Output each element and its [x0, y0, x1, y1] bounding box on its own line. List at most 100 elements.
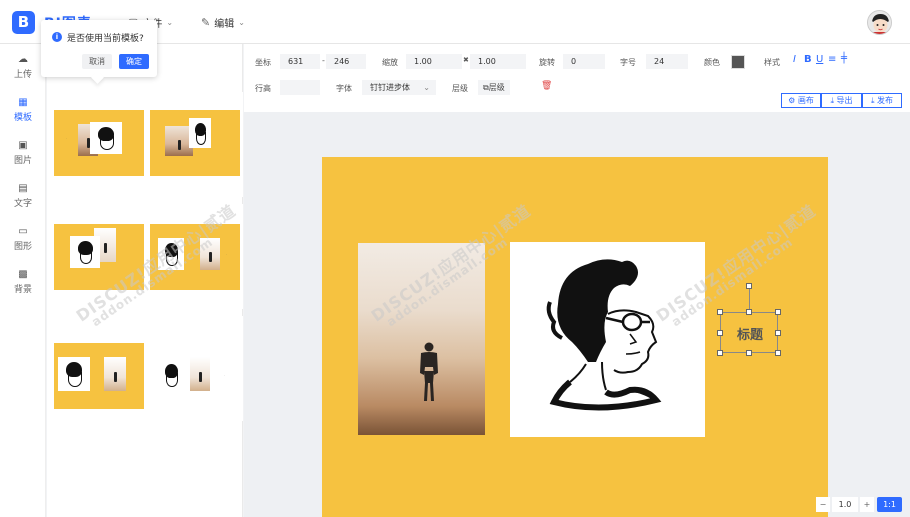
publish-button[interactable]: ⤓ 发布: [862, 93, 902, 108]
resize-handle-br[interactable]: [775, 350, 781, 356]
artboard[interactable]: 标题: [322, 157, 828, 517]
sidebar-item-images[interactable]: ▣ 图片: [0, 140, 46, 166]
coord-label: 坐标: [255, 58, 271, 67]
background-image-icon: ▩: [18, 269, 28, 280]
sidebar-item-text[interactable]: ▤ 文字: [0, 183, 46, 209]
template-card[interactable]: [54, 316, 147, 421]
canvas-button[interactable]: ⚙ 画布: [781, 93, 821, 108]
thumb-face: [189, 118, 211, 148]
sidebar-item-background[interactable]: ▩ 背景: [0, 269, 46, 295]
sidebar-item-label: 文字: [13, 199, 32, 209]
thumb-face: [90, 122, 122, 154]
layer-button[interactable]: ⧉层级: [478, 80, 510, 95]
text-doc-icon: ▤: [18, 183, 28, 194]
thumb-title: ·: [224, 373, 225, 377]
template-confirm-popup: i 是否使用当前模板? 取消 确定: [41, 20, 157, 77]
thumb-face: [70, 236, 100, 268]
info-icon: i: [52, 32, 62, 42]
template-card[interactable]: [54, 204, 147, 309]
fontsize-input[interactable]: 24: [646, 54, 688, 69]
popup-message: 是否使用当前模板?: [67, 34, 144, 44]
font-select[interactable]: 钉钉进步体 ⌄: [362, 80, 436, 95]
resize-handle-tl[interactable]: [717, 309, 723, 315]
title-text-element[interactable]: 标题: [717, 283, 781, 356]
thumb-face: [158, 238, 184, 270]
template-thumbnail: ·: [150, 224, 240, 290]
font-label: 字体: [336, 84, 352, 93]
template-card[interactable]: [150, 92, 243, 197]
resize-handle-t[interactable]: [746, 309, 752, 315]
coord-y-input[interactable]: 246: [326, 54, 366, 69]
chevron-down-icon: ⌄: [423, 83, 430, 92]
thumb-face: [158, 359, 184, 391]
title-text[interactable]: 标题: [721, 324, 779, 343]
resize-handle-b[interactable]: [746, 350, 752, 356]
zoom-out-button[interactable]: −: [816, 497, 830, 512]
rotate-input[interactable]: 0: [563, 54, 605, 69]
zoom-in-button[interactable]: +: [860, 497, 874, 512]
thumb-photo: [200, 238, 220, 270]
folder-icon: ▭: [18, 226, 28, 237]
style-label: 样式: [764, 58, 780, 67]
rotate-label: 旋转: [539, 58, 555, 67]
scale-x-input[interactable]: 1.00: [406, 54, 462, 69]
menu-edit[interactable]: ✎ 编辑 ⌄: [201, 15, 245, 30]
color-label: 颜色: [704, 58, 720, 67]
thumb-face: [58, 357, 90, 391]
align-button[interactable]: ≡: [828, 54, 836, 65]
zoom-value: 1.0: [832, 497, 858, 512]
sidebar-item-upload[interactable]: ☁ 上传: [0, 54, 46, 80]
confirm-button[interactable]: 确定: [119, 54, 149, 69]
trash-icon[interactable]: 🗑: [541, 81, 552, 91]
menu-edit-label: 编辑: [214, 19, 235, 30]
sidebar-item-label: 上传: [13, 70, 32, 80]
thumb-title: ·: [226, 252, 227, 256]
font-select-value: 钉钉进步体: [370, 83, 410, 92]
thumb-photo: [104, 357, 126, 391]
template-thumbnail: ·: [150, 343, 240, 409]
template-card[interactable]: ·: [54, 92, 147, 197]
coord-separator: -: [322, 56, 325, 65]
image-icon: ▣: [18, 140, 28, 151]
resize-handle-bl[interactable]: [717, 350, 723, 356]
edit-icon: ✎: [201, 16, 211, 29]
user-avatar[interactable]: [867, 10, 892, 35]
sidebar-item-templates[interactable]: ▦ 模板: [0, 97, 46, 123]
sidebar-item-shapes[interactable]: ▭ 图形: [0, 226, 46, 252]
cancel-button[interactable]: 取消: [82, 54, 112, 69]
person-silhouette: [420, 342, 438, 401]
zoom-reset-button[interactable]: 1:1: [877, 497, 902, 512]
template-card[interactable]: ·: [150, 316, 243, 421]
resize-handle-r[interactable]: [775, 330, 781, 336]
italic-button[interactable]: I: [793, 54, 796, 65]
underline-button[interactable]: U: [816, 54, 823, 65]
color-swatch[interactable]: [731, 55, 745, 69]
chevron-down-icon: ⌄: [238, 18, 245, 27]
grid-icon: ▦: [18, 97, 28, 108]
resize-handle-tr[interactable]: [775, 309, 781, 315]
thumb-title: ·: [66, 136, 67, 140]
sidebar-item-label: 背景: [13, 285, 32, 295]
canvas-stage: 标题: [244, 112, 910, 517]
scale-y-input[interactable]: 1.00: [470, 54, 526, 69]
lineheight-label: 行高: [255, 84, 271, 93]
layer-label: 层级: [452, 84, 468, 93]
sidebar-item-label: 模板: [13, 113, 32, 123]
thumb-photo: [190, 357, 210, 391]
strikethrough-button[interactable]: ╪: [841, 53, 847, 64]
resize-handle-l[interactable]: [717, 330, 723, 336]
fontsize-label: 字号: [620, 58, 636, 67]
photo-element[interactable]: [358, 243, 485, 435]
rotate-handle[interactable]: [746, 283, 752, 289]
coord-x-input[interactable]: 631: [280, 54, 320, 69]
bold-button[interactable]: B: [804, 54, 812, 65]
sidebar-item-label: 图形: [13, 242, 32, 252]
lineheight-input[interactable]: [280, 80, 320, 95]
sidebar-item-label: 图片: [13, 156, 32, 166]
scale-separator: ✖: [463, 56, 469, 64]
template-card[interactable]: ·: [150, 204, 243, 309]
export-button[interactable]: ⤓ 导出: [821, 93, 862, 108]
app-logo[interactable]: B: [12, 11, 35, 34]
portrait-drawing: [546, 259, 662, 411]
portrait-element[interactable]: [510, 242, 705, 437]
